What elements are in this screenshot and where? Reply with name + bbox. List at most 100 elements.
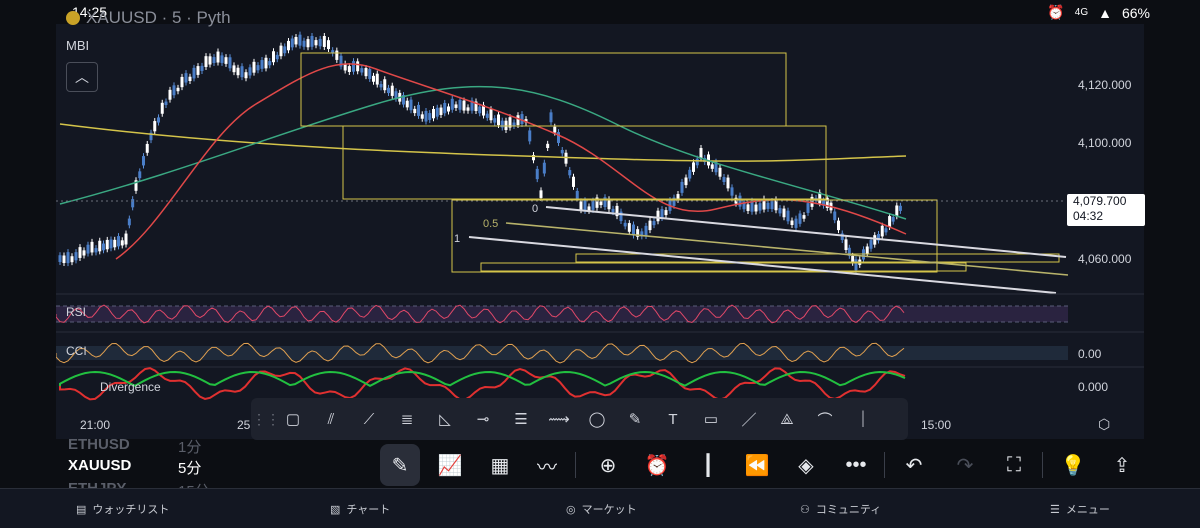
text-tool-icon[interactable]: T — [655, 401, 691, 437]
undo-icon[interactable]: ↶ — [894, 444, 934, 486]
more-icon[interactable]: ••• — [836, 444, 876, 486]
lightbulb-icon[interactable]: 💡 — [1053, 444, 1093, 486]
candle — [164, 101, 168, 106]
plus-circle-icon[interactable]: ⊕ — [588, 444, 628, 486]
candle — [66, 252, 70, 264]
nav-chart[interactable]: ▧ チャート — [330, 501, 390, 517]
candle — [443, 102, 447, 114]
brush-tool-icon[interactable]: ✎ — [617, 401, 653, 437]
candle — [746, 204, 750, 211]
candle — [298, 34, 302, 46]
candle — [583, 200, 587, 211]
settings-icon[interactable]: ⬡ — [1098, 416, 1110, 433]
cci-band — [56, 346, 1068, 360]
price-tick: 4,100.000 — [1078, 136, 1132, 150]
symbol-title[interactable]: XAUUSD · 5 · Pyth — [86, 8, 231, 28]
cci-label[interactable]: CCI — [66, 344, 87, 358]
vertical-line-tool-icon[interactable]: ⏐ — [845, 401, 881, 437]
ma-long-line — [59, 123, 907, 162]
candle — [180, 76, 184, 88]
candle-icon[interactable]: ┃ — [688, 444, 728, 486]
pencil-icon[interactable]: ✎ — [380, 444, 420, 486]
candle — [726, 177, 730, 189]
trend-line-tool-icon[interactable]: ⟋ — [351, 401, 387, 437]
community-icon: ⚇ — [800, 503, 810, 516]
candle — [424, 110, 428, 122]
alarm-icon[interactable]: ⏰ — [637, 444, 677, 486]
nav-markets[interactable]: ◎ マーケット — [566, 501, 637, 517]
replay-icon[interactable]: ⏪ — [737, 444, 777, 486]
fib-retracement-tool-icon[interactable]: ≣ — [389, 401, 425, 437]
candle — [188, 76, 192, 81]
nav-community[interactable]: ⚇ コミュニティ — [800, 501, 881, 517]
nav-watchlist[interactable]: ▤ ウォッチリスト — [76, 501, 169, 517]
line-tool-icon[interactable]: ／ — [731, 401, 767, 437]
candle — [287, 40, 290, 51]
chart-bars-icon[interactable]: 📈 — [430, 444, 470, 486]
ellipse-tool-icon[interactable]: ◯ — [579, 401, 615, 437]
parallel-channel-tool-icon[interactable]: ⫽ — [313, 401, 349, 437]
candle — [718, 167, 722, 177]
candle — [383, 79, 387, 91]
candle — [62, 255, 66, 263]
chart-toolbar: ✎ 📈 ▦ 〰 ⊕ ⏰ ┃ ⏪ ◈ ••• ↶ ↷ ⛶ 💡 ⇪ — [0, 444, 1200, 486]
candle — [352, 61, 355, 72]
path-tool-icon[interactable]: ⟿ — [541, 401, 577, 437]
rsi-label[interactable]: RSI — [66, 305, 86, 319]
divergence-label[interactable]: Divergence — [100, 380, 161, 394]
candle — [898, 205, 902, 211]
zone-rectangle — [575, 253, 1060, 263]
triangle-pattern-tool-icon[interactable]: ⟁ — [769, 401, 805, 437]
nav-menu[interactable]: ☰ メニュー — [1050, 501, 1110, 517]
candle — [290, 38, 294, 48]
candle — [200, 65, 204, 71]
candle — [873, 235, 877, 245]
share-icon[interactable]: ⇪ — [1102, 444, 1142, 486]
candle — [553, 126, 557, 133]
candle — [248, 67, 252, 76]
horizontal-lines-tool-icon[interactable]: ☰ — [503, 401, 539, 437]
candle — [264, 57, 268, 69]
candle — [212, 57, 216, 64]
indicator-label[interactable]: MBI — [66, 38, 89, 53]
candle — [656, 210, 660, 222]
redo-icon[interactable]: ↷ — [945, 444, 985, 486]
bar-countdown: 04:32 — [1073, 209, 1104, 223]
pattern-tool-icon[interactable]: ◺ — [427, 401, 463, 437]
candle — [124, 233, 128, 245]
candle — [798, 213, 802, 224]
collapse-button[interactable]: ︿ — [66, 62, 98, 92]
candle — [891, 217, 895, 222]
wave-icon[interactable]: 〰 — [527, 444, 567, 486]
curve-tool-icon[interactable]: ⌒ — [807, 401, 843, 437]
toolbar-divider — [575, 452, 576, 478]
candle — [327, 40, 330, 50]
candle — [216, 51, 220, 63]
grid-icon[interactable]: ▦ — [480, 444, 520, 486]
rectangle-tool-icon[interactable]: ▢ — [275, 401, 311, 437]
candle — [837, 220, 840, 231]
candle — [240, 66, 244, 78]
candle — [98, 240, 102, 252]
horizontal-ray-tool-icon[interactable]: ⊸ — [465, 401, 501, 437]
candle — [379, 84, 383, 88]
drawing-toolbar: ⋮⋮ ▢ ⫽ ⟋ ≣ ◺ ⊸ ☰ ⟿ ◯ ✎ T ▭ ／ ⟁ ⌒ ⏐ — [251, 398, 908, 440]
candle — [318, 38, 322, 47]
nav-label: コミュニティ — [815, 504, 882, 516]
candle — [888, 216, 892, 227]
drag-handle-icon[interactable]: ⋮⋮ — [252, 411, 280, 428]
fullscreen-icon[interactable]: ⛶ — [994, 444, 1034, 486]
candle — [504, 120, 508, 131]
layers-icon[interactable]: ◈ — [786, 444, 826, 486]
candle — [528, 130, 532, 142]
candle — [611, 208, 615, 213]
candle — [710, 164, 714, 169]
nav-label: マーケット — [581, 504, 637, 516]
candle — [786, 210, 790, 222]
watchlist-icon: ▤ — [76, 503, 87, 516]
candle — [512, 122, 516, 127]
chart-canvas[interactable] — [56, 24, 1144, 439]
chart-panel[interactable] — [56, 24, 1144, 439]
candle — [560, 150, 564, 154]
callout-tool-icon[interactable]: ▭ — [693, 401, 729, 437]
